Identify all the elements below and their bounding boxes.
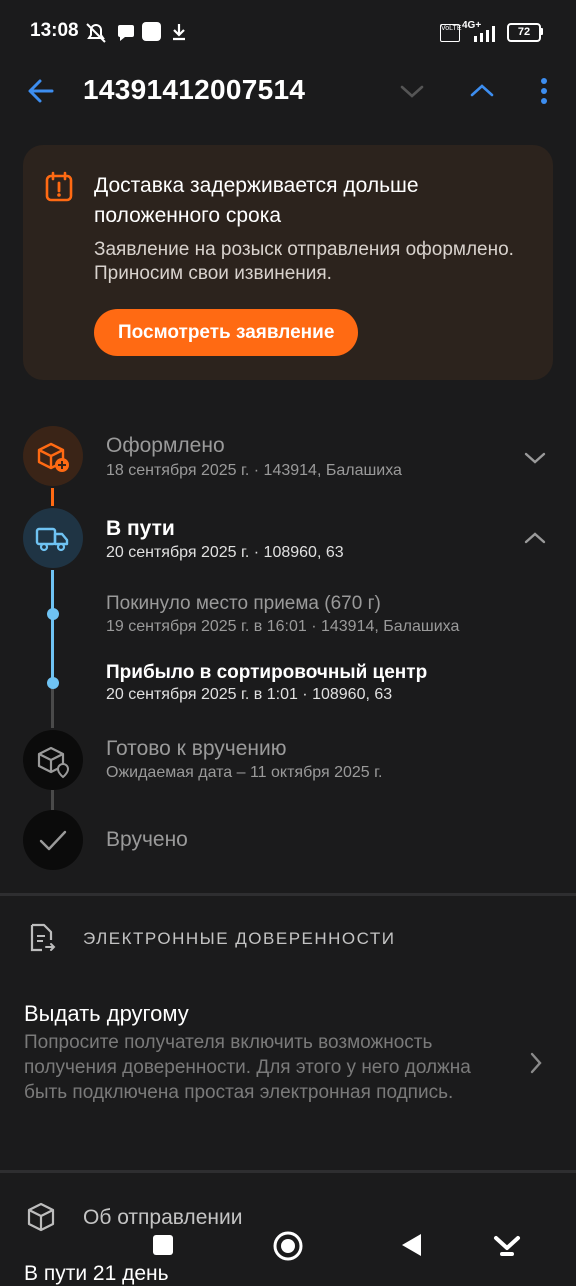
back-button[interactable]: [399, 1232, 423, 1258]
previous-item-chevron-up-icon[interactable]: [469, 82, 495, 98]
document-share-icon: [30, 923, 56, 952]
alert-text: Заявление на розыск отправления оформлен…: [94, 239, 514, 284]
truck-icon: [35, 527, 69, 552]
timeline-step-subtitle: 20 сентября 2025 г. · 108960, 63: [106, 544, 344, 561]
expand-chevron-down-icon[interactable]: [523, 450, 547, 466]
view-claim-button[interactable]: Посмотреть заявление: [94, 309, 359, 356]
box-location-icon: [37, 746, 70, 779]
timeline-event-subtitle: 20 сентября 2025 г. в 1:01 · 108960, 63: [106, 686, 393, 703]
timeline-step-ready-icon: [23, 730, 83, 790]
timeline-connector: [51, 488, 54, 506]
system-navigation-bar: [0, 1210, 576, 1280]
chat-icon: [118, 25, 134, 41]
timeline-event-subtitle: 19 сентября 2025 г. в 16:01 · 143914, Ба…: [106, 618, 460, 635]
timeline-step-subtitle: Ожидаемая дата – 11 октября 2025 г.: [106, 764, 383, 781]
delay-alert-card: Доставка задерживается дольше положенног…: [23, 145, 553, 380]
timeline-step-delivered-icon: [23, 810, 83, 870]
more-menu-icon[interactable]: [537, 77, 551, 105]
proxies-section-header: ЭЛЕКТРОННЫЕ ДОВЕРЕННОСТИ: [83, 929, 396, 948]
timeline-step-registered-icon: [23, 426, 83, 486]
timeline-event-dot: [47, 608, 59, 620]
box-add-icon: [37, 442, 69, 472]
signal-icon: [474, 26, 495, 42]
collapse-chevron-up-icon[interactable]: [523, 530, 547, 546]
timeline-step-title: Вручено: [106, 828, 188, 851]
timeline-event-title: Прибыло в сортировочный центр: [106, 662, 428, 683]
alert-title: Доставка задерживается дольше положенног…: [94, 174, 419, 227]
home-button[interactable]: [272, 1230, 304, 1262]
timeline-step-title: Оформлено: [106, 434, 225, 457]
status-bar: 13:08 VoLTE 4G+ 72: [0, 0, 576, 64]
timeline-event-title: Покинуло место приема (670 г): [106, 593, 381, 614]
status-time: 13:08: [30, 20, 79, 41]
timeline-step-title: В пути: [106, 517, 175, 540]
battery-tip: [540, 28, 543, 35]
section-divider: [0, 893, 576, 896]
issue-to-another-title: Выдать другому: [24, 1001, 189, 1026]
download-icon: [173, 24, 185, 41]
back-arrow-icon[interactable]: [26, 77, 56, 105]
timeline-connector: [51, 686, 54, 728]
timeline-step-title: Готово к вручению: [106, 737, 287, 760]
battery-level: 72: [517, 26, 531, 38]
hide-keyboard-icon[interactable]: [493, 1231, 521, 1259]
timeline-connector: [51, 570, 54, 685]
timeline-connector: [51, 790, 54, 810]
recents-button[interactable]: [153, 1235, 173, 1255]
tracking-number: 14391412007514: [83, 74, 306, 105]
checkmark-icon: [39, 830, 67, 851]
calendar-alert-icon: [45, 171, 73, 202]
chevron-right-icon: [530, 1052, 542, 1074]
timeline-step-subtitle: 18 сентября 2025 г. · 143914, Балашиха: [106, 462, 402, 479]
battery-icon: 72: [507, 23, 541, 42]
muted-bell-icon: [86, 23, 106, 43]
app-notification-icon: [142, 22, 161, 41]
volte-icon: VoLTE: [440, 24, 462, 42]
issue-to-another-row[interactable]: Выдать другому Попросите получателя вклю…: [0, 985, 576, 1145]
next-item-chevron-down-icon[interactable]: [399, 84, 425, 100]
timeline-event-dot: [47, 677, 59, 689]
section-divider: [0, 1170, 576, 1173]
issue-to-another-text: Попросите получателя включить возможност…: [24, 1032, 471, 1103]
timeline-step-in-transit-icon: [23, 508, 83, 568]
